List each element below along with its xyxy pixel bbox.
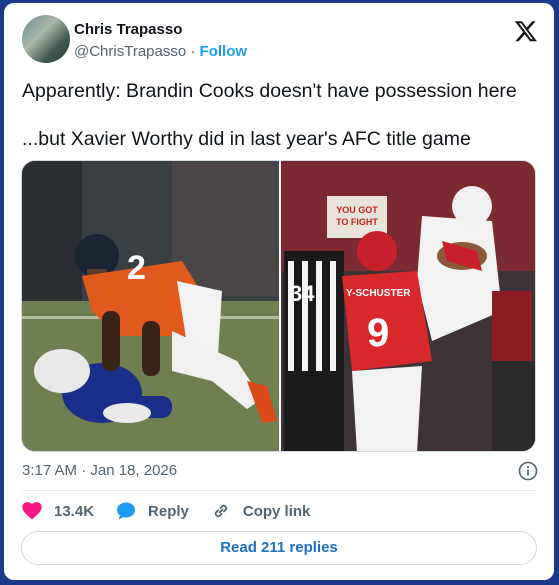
copy-link-button[interactable]: Copy link [211, 501, 311, 521]
right-jersey-number: 9 [367, 311, 389, 355]
like-count: 13.4K [54, 502, 95, 520]
crowd-sign-line-2: TO FIGHT [336, 217, 378, 227]
heart-icon [22, 502, 42, 520]
read-replies-button[interactable]: Read 211 replies [21, 531, 537, 565]
ref-number: 34 [290, 281, 315, 306]
reply-label: Reply [148, 502, 189, 520]
tweet-timestamp[interactable]: 3:17 AM · Jan 18, 2026 [22, 462, 177, 479]
right-photo: YOU GOT TO FIGHT 34 9 Y-SCHUSTER [281, 161, 535, 451]
author-handle-row: @ChrisTrapasso · Follow [74, 43, 247, 60]
reply-bubble-icon [117, 502, 136, 520]
tweet-card: Chris Trapasso @ChrisTrapasso · Follow A… [4, 3, 554, 580]
link-icon [214, 504, 228, 518]
info-icon[interactable] [518, 461, 538, 481]
left-photo: 2 [22, 161, 279, 451]
copy-link-label: Copy link [242, 502, 311, 520]
media-image: 2 YOU GOT TO FIGHT 34 9 Y-SCHUSTER [22, 161, 535, 451]
left-jersey-number: 2 [127, 249, 146, 287]
tweet-line-2: ...but Xavier Worthy did in last year's … [22, 128, 471, 150]
right-jersey-name: Y-SCHUSTER [346, 288, 411, 299]
divider [22, 490, 536, 491]
avatar[interactable] [22, 15, 70, 63]
author-handle[interactable]: @ChrisTrapasso [74, 43, 186, 60]
x-logo-icon[interactable] [514, 19, 538, 43]
tweet-line-1: Apparently: Brandin Cooks doesn't have p… [22, 80, 517, 102]
crowd-sign-line-1: YOU GOT [336, 205, 378, 215]
reply-button[interactable]: Reply [116, 502, 189, 520]
tweet-text: Apparently: Brandin Cooks doesn't have p… [22, 79, 542, 151]
like-button[interactable]: 13.4K [22, 502, 94, 520]
author-name[interactable]: Chris Trapasso [74, 21, 182, 38]
follow-button[interactable]: Follow [200, 43, 248, 60]
tweet-media[interactable]: 2 YOU GOT TO FIGHT 34 9 Y-SCHUSTER [21, 160, 536, 452]
separator-dot: · [190, 43, 196, 60]
action-bar: 13.4K Reply Copy link [22, 500, 332, 522]
